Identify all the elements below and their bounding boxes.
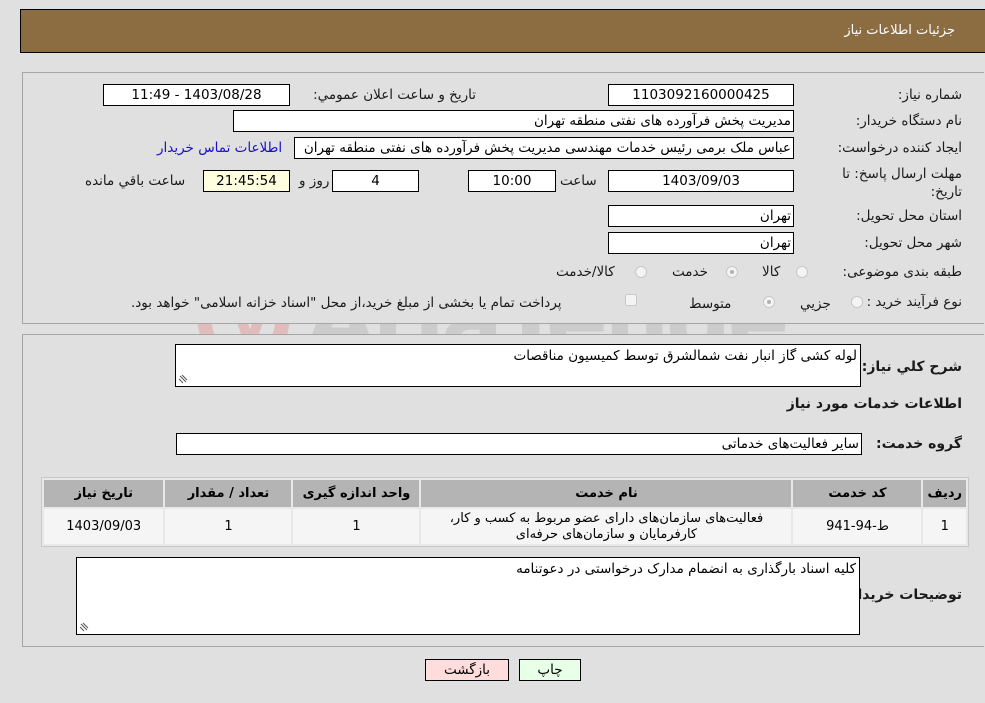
purchase-option-minor: جزيي <box>800 296 831 312</box>
treasury-note: پرداخت تمام یا بخشی از مبلغ خرید،از محل … <box>131 295 562 311</box>
details-panel: شماره نیاز: 1103092160000425 تاريخ و ساع… <box>22 72 984 324</box>
purchase-radio-medium[interactable] <box>763 296 775 308</box>
description-text: لوله کشی گاز انبار نفت شمالشرق توسط کمیس… <box>513 348 858 364</box>
deadline-time-field: 10:00 <box>468 170 556 192</box>
resize-grip-icon[interactable] <box>79 622 89 632</box>
deadline-date-field: 1403/09/03 <box>608 170 794 192</box>
buyer-contact-link[interactable]: اطلاعات تماس خريدار <box>157 140 282 156</box>
category-option-goods: کالا <box>762 264 781 280</box>
page-header: جزئیات اطلاعات نیاز <box>20 9 985 53</box>
buyer-notes-text: کلیه اسناد بارگذاری به انضمام مدارک درخو… <box>516 561 856 577</box>
table-row: 1 ط-94-941 فعالیت‌های سازمان‌های دارای ع… <box>44 509 966 544</box>
buyer-notes-label: توضيحات خريدار: <box>843 587 962 603</box>
col-service-code: کد خدمت <box>793 480 922 507</box>
time-remaining-field: 21:45:54 <box>203 170 290 192</box>
time-remaining-label: ساعت باقي مانده <box>85 173 186 189</box>
cell-need-date: 1403/09/03 <box>44 509 164 544</box>
need-number-label: شماره نیاز: <box>897 87 962 103</box>
purchase-option-medium: متوسط <box>689 296 732 312</box>
requester-label: ايجاد كننده درخواست: <box>837 140 962 156</box>
service-group-label: گروه خدمت: <box>876 436 962 452</box>
cell-unit: 1 <box>293 509 420 544</box>
province-field: تهران <box>608 205 794 227</box>
requester-field: عباس ملک برمی رئیس خدمات مهندسی مدیریت پ… <box>294 137 794 159</box>
need-number-field: 1103092160000425 <box>608 84 794 106</box>
deadline-label: مهلت ارسال پاسخ: تا تاريخ: <box>842 166 962 200</box>
page-title: جزئیات اطلاعات نیاز <box>844 23 955 38</box>
col-need-date: تاريخ نياز <box>44 480 164 507</box>
days-remaining-field: 4 <box>332 170 419 192</box>
col-service-name: نام خدمت <box>421 480 792 507</box>
print-button[interactable]: چاپ <box>519 659 581 681</box>
category-option-goods-service: کالا/خدمت <box>556 264 615 280</box>
description-label: شرح كلي نياز: <box>861 359 962 375</box>
cell-row-number: 1 <box>923 509 966 544</box>
deadline-time-label: ساعت <box>560 173 597 189</box>
category-label: طبقه بندی موضوعی: <box>842 264 962 280</box>
city-label: شهر محل تحويل: <box>864 235 962 251</box>
cell-service-code: ط-94-941 <box>793 509 922 544</box>
city-field: تهران <box>608 232 794 254</box>
purchase-radio-minor[interactable] <box>851 296 863 308</box>
buyer-org-field: مدیریت پخش فرآورده های نفتی منطقه تهران <box>233 110 794 132</box>
cell-quantity: 1 <box>165 509 292 544</box>
services-section-title: اطلاعات خدمات مورد نياز <box>786 396 962 412</box>
province-label: استان محل تحويل: <box>856 208 962 224</box>
service-group-field: سایر فعالیت‌های خدماتی <box>176 433 862 455</box>
services-table: رديف کد خدمت نام خدمت واحد اندازه گیری ت… <box>41 477 969 547</box>
buyer-org-label: نام دستگاه خريدار: <box>855 113 962 129</box>
category-option-service: خدمت <box>672 264 708 280</box>
services-panel: شرح كلي نياز: لوله کشی گاز انبار نفت شما… <box>22 334 984 647</box>
announce-datetime-field: 1403/08/28 - 11:49 <box>103 84 290 106</box>
category-radio-goods-service[interactable] <box>635 266 647 278</box>
description-textarea[interactable]: لوله کشی گاز انبار نفت شمالشرق توسط کمیس… <box>175 344 861 387</box>
treasury-checkbox[interactable] <box>625 294 637 306</box>
purchase-type-label: نوع فرآیند خرید : <box>866 294 962 310</box>
resize-grip-icon[interactable] <box>178 374 188 384</box>
col-quantity: تعداد / مقدار <box>165 480 292 507</box>
category-radio-goods[interactable] <box>796 266 808 278</box>
days-label: روز و <box>299 173 330 189</box>
services-table-header: رديف کد خدمت نام خدمت واحد اندازه گیری ت… <box>44 480 966 507</box>
category-radio-service[interactable] <box>726 266 738 278</box>
announce-datetime-label: تاريخ و ساعت اعلان عمومي: <box>313 87 476 103</box>
col-unit: واحد اندازه گیری <box>293 480 420 507</box>
cell-service-name: فعالیت‌های سازمان‌های دارای عضو مربوط به… <box>421 509 792 544</box>
col-row-number: رديف <box>923 480 966 507</box>
back-button[interactable]: بازگشت <box>425 659 509 681</box>
buyer-notes-textarea[interactable]: کلیه اسناد بارگذاری به انضمام مدارک درخو… <box>76 557 860 635</box>
